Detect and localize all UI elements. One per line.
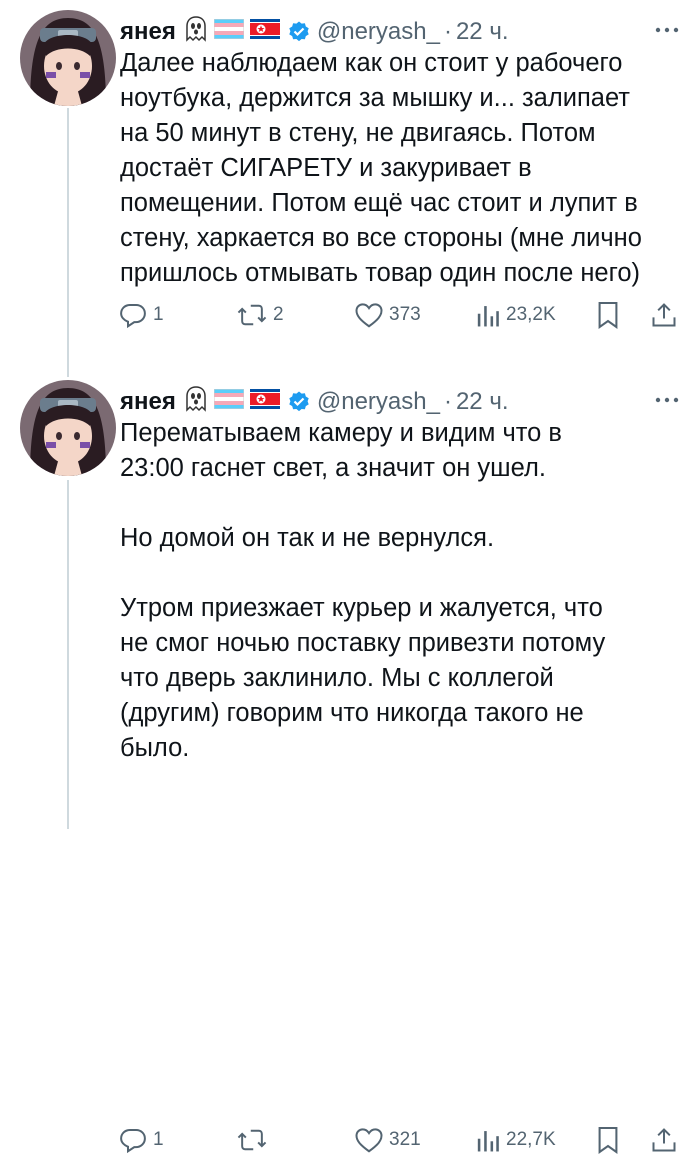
north-korea-flag-icon [249, 18, 280, 46]
analytics-icon [475, 301, 501, 329]
avatar[interactable] [20, 10, 116, 106]
tweet-text: Перематываем камеру и видим что в 23:00 … [120, 419, 606, 762]
reply-count: 1 [153, 304, 164, 325]
bookmark-button[interactable] [596, 1125, 620, 1155]
retweet-button[interactable]: 2 [236, 300, 284, 330]
author-emojis [184, 15, 280, 49]
views-button[interactable]: 22,7K [475, 1126, 556, 1154]
heart-icon [354, 1126, 384, 1154]
share-button[interactable] [650, 300, 678, 330]
heart-icon [354, 301, 384, 329]
tweet-time[interactable]: 22 ч. [456, 388, 509, 416]
bookmark-icon [596, 300, 620, 330]
tweet[interactable]: янея @neryash_ · 22 ч. Далее наблюдаем к… [0, 0, 700, 350]
ghost-emoji-icon [184, 385, 208, 419]
author-emojis [184, 385, 280, 419]
reply-button[interactable]: 1 [118, 1125, 164, 1155]
reply-count: 1 [153, 1129, 164, 1150]
retweet-button[interactable] [236, 1125, 273, 1155]
share-icon [650, 1125, 678, 1155]
retweet-icon [236, 300, 268, 330]
tweet-actions: 1 321 22,7K [118, 1122, 693, 1158]
ellipsis-icon[interactable] [654, 384, 680, 410]
north-korea-flag-icon [249, 388, 280, 416]
tweet-text: Далее наблюдаем как он стоит у рабочего … [120, 49, 642, 287]
author-handle[interactable]: @neryash_ [317, 388, 440, 416]
bookmark-icon [596, 1125, 620, 1155]
retweet-count: 2 [273, 304, 284, 325]
like-button[interactable]: 321 [354, 1126, 421, 1154]
tweet-header: янея @neryash_ · 22 ч. [120, 384, 680, 420]
retweet-icon [236, 1125, 268, 1155]
tweet-header: янея @neryash_ · 22 ч. [120, 14, 680, 50]
share-button[interactable] [650, 1125, 678, 1155]
reply-icon [118, 1125, 148, 1155]
trans-flag-icon [213, 18, 245, 46]
like-count: 321 [389, 1129, 421, 1150]
tweet-time[interactable]: 22 ч. [456, 18, 509, 46]
separator-dot: · [443, 388, 452, 415]
author-name[interactable]: янея [120, 388, 176, 416]
views-button[interactable]: 23,2K [475, 301, 556, 329]
analytics-icon [475, 1126, 501, 1154]
ghost-emoji-icon [184, 15, 208, 49]
like-button[interactable]: 373 [354, 301, 421, 329]
bookmark-button[interactable] [596, 300, 620, 330]
reply-button[interactable]: 1 [118, 300, 164, 330]
tweet[interactable]: янея @neryash_ · 22 ч. Перематываем каме… [0, 370, 700, 1154]
share-icon [650, 300, 678, 330]
views-count: 22,7K [506, 1129, 556, 1150]
reply-icon [118, 300, 148, 330]
verified-badge-icon [287, 20, 311, 44]
author-handle[interactable]: @neryash_ [317, 18, 440, 46]
like-count: 373 [389, 304, 421, 325]
tweet-actions: 1 2 373 23,2K [118, 297, 693, 333]
author-name[interactable]: янея [120, 18, 176, 46]
trans-flag-icon [213, 388, 245, 416]
separator-dot: · [443, 18, 452, 45]
avatar[interactable] [20, 380, 116, 476]
verified-badge-icon [287, 390, 311, 414]
views-count: 23,2K [506, 304, 556, 325]
ellipsis-icon[interactable] [654, 14, 680, 40]
